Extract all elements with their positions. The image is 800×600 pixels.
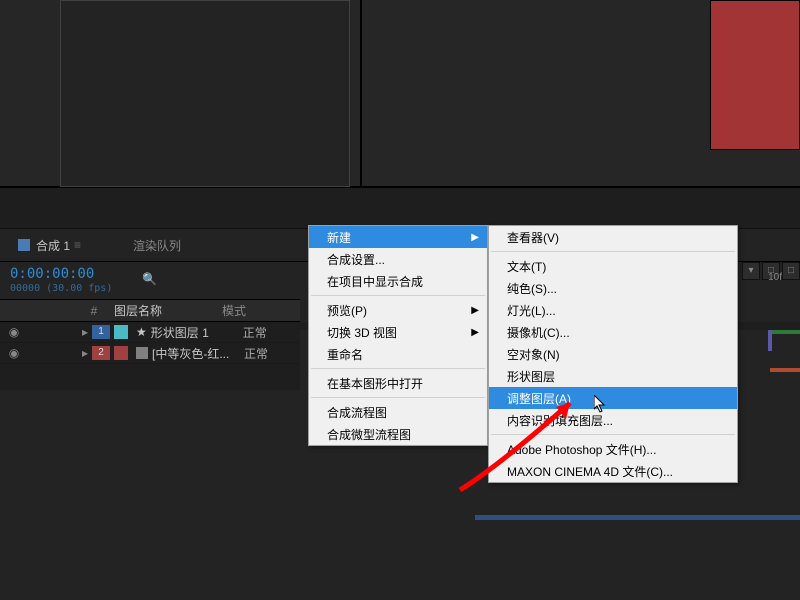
submenu-arrow-icon: ▶ bbox=[471, 305, 479, 316]
viewer-divider bbox=[360, 0, 362, 187]
column-number[interactable]: # bbox=[78, 304, 110, 318]
layer-color-label[interactable] bbox=[114, 325, 128, 339]
menu-item-preview[interactable]: 预览(P) ▶ bbox=[309, 299, 487, 321]
menu-separator bbox=[311, 368, 485, 369]
layer-number: 1 bbox=[92, 325, 110, 339]
current-timecode[interactable]: 0:00:00:00 bbox=[10, 266, 112, 282]
submenu-item-content-aware[interactable]: 内容识别填充图层... bbox=[489, 409, 737, 431]
submenu-item-shape-layer[interactable]: 形状图层 bbox=[489, 365, 737, 387]
context-menu: 新建 ▶ 合成设置... 在项目中显示合成 预览(P) ▶ 切换 3D 视图 ▶… bbox=[308, 225, 488, 446]
menu-item-new[interactable]: 新建 ▶ bbox=[309, 226, 487, 248]
submenu-item-text[interactable]: 文本(T) bbox=[489, 255, 737, 277]
panel-divider[interactable] bbox=[0, 187, 800, 229]
submenu-arrow-icon: ▶ bbox=[471, 232, 479, 243]
composition-icon bbox=[18, 239, 30, 251]
submenu-item-photoshop-file[interactable]: Adobe Photoshop 文件(H)... bbox=[489, 438, 737, 460]
layer-name[interactable]: 形状图层 1 bbox=[151, 324, 239, 341]
work-area-bar[interactable] bbox=[475, 515, 800, 520]
layer-name[interactable]: [中等灰色-红... bbox=[152, 345, 240, 362]
menu-item-comp-settings[interactable]: 合成设置... bbox=[309, 248, 487, 270]
layer-number: 2 bbox=[92, 346, 110, 360]
submenu-arrow-icon: ▶ bbox=[471, 327, 479, 338]
mouse-cursor-icon bbox=[594, 395, 608, 415]
tab-label: 合成 1 bbox=[36, 237, 70, 254]
search-icon[interactable]: 🔍 bbox=[142, 272, 157, 286]
menu-separator bbox=[311, 397, 485, 398]
timecode-frames: 00000 (30.00 fps) bbox=[10, 283, 112, 294]
composition-viewer bbox=[0, 0, 800, 187]
submenu-item-cinema4d-file[interactable]: MAXON CINEMA 4D 文件(C)... bbox=[489, 460, 737, 482]
blend-mode[interactable]: 正常 bbox=[240, 345, 300, 362]
visibility-toggle-icon[interactable]: ◉ bbox=[0, 325, 28, 339]
layer-bar[interactable] bbox=[770, 368, 800, 372]
viewer-shape-red bbox=[710, 0, 800, 150]
column-layer-name[interactable]: 图层名称 bbox=[110, 302, 218, 319]
column-mode[interactable]: 模式 bbox=[218, 302, 278, 319]
layer-bar[interactable] bbox=[770, 330, 800, 334]
blend-mode[interactable]: 正常 bbox=[239, 324, 299, 341]
submenu-item-adjustment-layer[interactable]: 调整图层(A) bbox=[489, 387, 737, 409]
expand-icon[interactable]: ▸ bbox=[78, 325, 92, 339]
time-indicator[interactable] bbox=[768, 330, 772, 351]
submenu-item-light[interactable]: 灯光(L)... bbox=[489, 299, 737, 321]
tab-composition[interactable]: 合成 1 ≡ bbox=[10, 237, 93, 254]
shape-layer-icon: ★ bbox=[136, 325, 147, 339]
menu-item-rename[interactable]: 重命名 bbox=[309, 343, 487, 365]
menu-item-comp-mini-flowchart[interactable]: 合成微型流程图 bbox=[309, 423, 487, 445]
submenu-new: 查看器(V) 文本(T) 纯色(S)... 灯光(L)... 摄像机(C)...… bbox=[488, 225, 738, 483]
submenu-item-camera[interactable]: 摄像机(C)... bbox=[489, 321, 737, 343]
menu-item-reveal-in-project[interactable]: 在项目中显示合成 bbox=[309, 270, 487, 292]
menu-separator bbox=[491, 434, 735, 435]
menu-item-switch-3d-view[interactable]: 切换 3D 视图 ▶ bbox=[309, 321, 487, 343]
expand-icon[interactable]: ▸ bbox=[78, 346, 92, 360]
viewer-frame bbox=[60, 0, 350, 187]
submenu-item-viewer[interactable]: 查看器(V) bbox=[489, 226, 737, 248]
panel-button[interactable]: ▾ bbox=[742, 262, 760, 280]
visibility-toggle-icon[interactable]: ◉ bbox=[0, 346, 28, 360]
panel-button[interactable]: □ bbox=[782, 262, 800, 280]
menu-item-open-in-egp[interactable]: 在基本图形中打开 bbox=[309, 372, 487, 394]
solid-layer-icon bbox=[136, 347, 148, 359]
layer-color-label[interactable] bbox=[114, 346, 128, 360]
submenu-item-solid[interactable]: 纯色(S)... bbox=[489, 277, 737, 299]
time-tick-label: 10f bbox=[768, 272, 782, 283]
tab-render-queue[interactable]: 渲染队列 bbox=[133, 237, 181, 254]
submenu-item-null[interactable]: 空对象(N) bbox=[489, 343, 737, 365]
menu-separator bbox=[311, 295, 485, 296]
menu-item-comp-flowchart[interactable]: 合成流程图 bbox=[309, 401, 487, 423]
tab-menu-icon[interactable]: ≡ bbox=[74, 238, 81, 252]
menu-separator bbox=[491, 251, 735, 252]
